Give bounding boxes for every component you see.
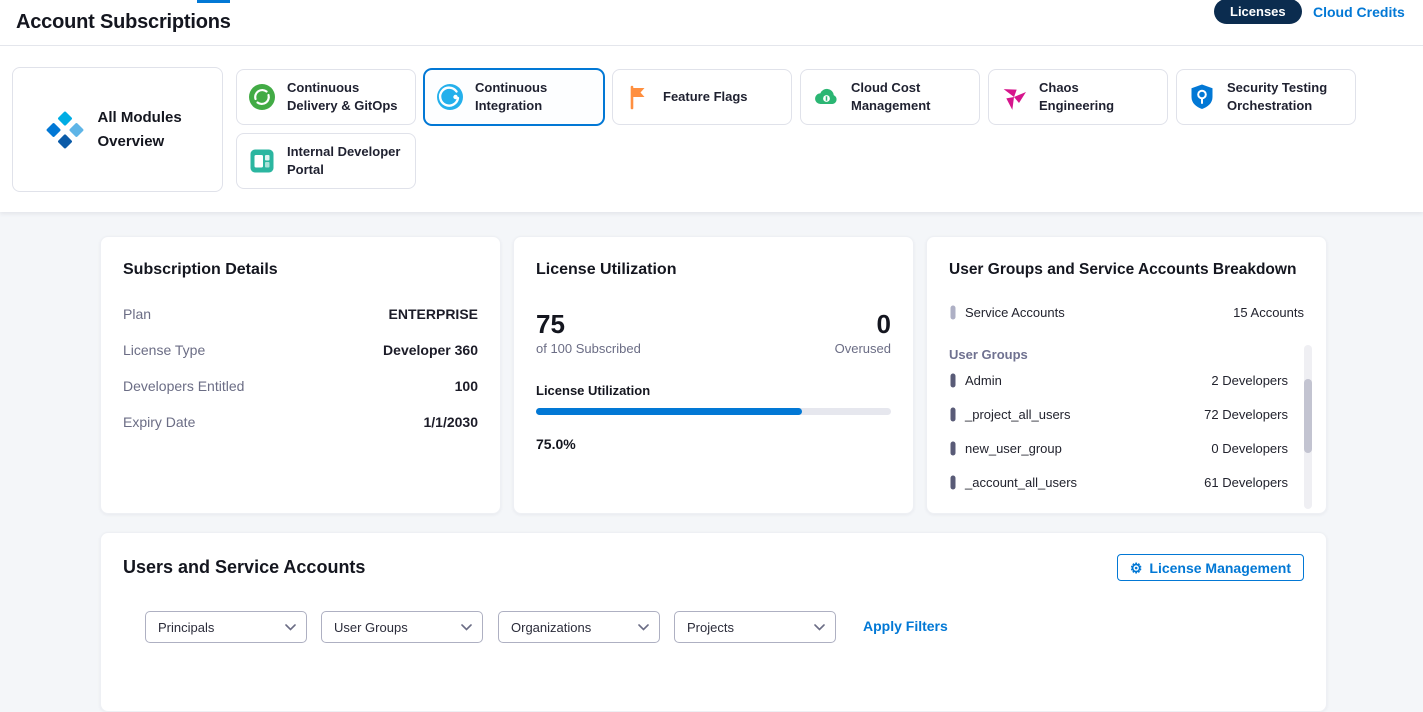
utilization-bar-label: License Utilization [536, 383, 650, 398]
all-modules-overview-label: All Modules Overview [98, 106, 192, 153]
user-group-icon [949, 407, 957, 422]
detail-label: Expiry Date [123, 414, 195, 430]
group-count: 0 Developers [1211, 441, 1288, 456]
users-service-accounts-card: Users and Service Accounts ⚙ License Man… [100, 532, 1327, 712]
module-card-internal-developer-portal[interactable]: Internal Developer Portal [236, 133, 416, 189]
service-accounts-count: 15 Accounts [1233, 305, 1304, 320]
overused-count: 0 [877, 309, 891, 340]
account-subscriptions-page: { "header": { "title": "Account Subscrip… [0, 0, 1423, 666]
subscribed-caption: of 100 Subscribed [536, 341, 641, 356]
chevron-down-icon [461, 624, 472, 631]
filter-label: Organizations [511, 620, 591, 635]
ci-icon [435, 82, 465, 112]
module-label: Continuous Integration [475, 79, 593, 114]
user-group-icon [949, 441, 957, 456]
group-count: 72 Developers [1204, 407, 1288, 422]
license-management-label: License Management [1149, 560, 1291, 576]
filter-label: Principals [158, 620, 214, 635]
all-modules-logo-icon [44, 109, 86, 151]
module-card-cd-gitops[interactable]: Continuous Delivery & GitOps [236, 69, 416, 125]
user-group-icon [949, 475, 957, 490]
utilization-bar-fill [536, 408, 802, 415]
cloud-credits-link[interactable]: Cloud Credits [1313, 4, 1405, 20]
subscribed-count: 75 [536, 309, 565, 340]
module-label: Continuous Delivery & GitOps [287, 79, 405, 114]
breadcrumb-link-cropped[interactable] [197, 0, 230, 3]
detail-value: ENTERPRISE [389, 306, 478, 322]
chevron-down-icon [638, 624, 649, 631]
groups-scrollbar-track [1304, 345, 1312, 509]
group-row: Admin 2 Developers [949, 372, 1304, 390]
utilization-bar-track [536, 408, 891, 415]
group-name: _project_all_users [965, 407, 1071, 422]
chevron-down-icon [814, 624, 825, 631]
section-title: Users and Service Accounts [123, 557, 365, 578]
utilization-percent: 75.0% [536, 436, 576, 452]
detail-label: Plan [123, 306, 151, 322]
module-label: Chaos Engineering [1039, 79, 1157, 114]
cd-gitops-icon [247, 82, 277, 112]
group-name: new_user_group [965, 441, 1062, 456]
filter-label: Projects [687, 620, 734, 635]
principals-filter-dropdown[interactable]: Principals [145, 611, 307, 643]
organizations-filter-dropdown[interactable]: Organizations [498, 611, 660, 643]
service-accounts-row: Service Accounts 15 Accounts [949, 304, 1304, 322]
idp-icon [247, 146, 277, 176]
sto-shield-icon [1187, 82, 1217, 112]
module-selector-bar: All Modules Overview Continuous Delivery… [0, 46, 1423, 212]
module-label: Cloud Cost Management [851, 79, 969, 114]
gear-icon: ⚙ [1130, 561, 1143, 575]
feature-flags-icon [623, 82, 653, 112]
module-card-continuous-integration[interactable]: Continuous Integration [424, 69, 604, 125]
detail-row-expiry-date: Expiry Date 1/1/2030 [123, 414, 478, 432]
detail-row-developers-entitled: Developers Entitled 100 [123, 378, 478, 396]
license-utilization-card: License Utilization 75 of 100 Subscribed… [513, 236, 914, 514]
module-label: Security Testing Orchestration [1227, 79, 1345, 114]
card-title: Subscription Details [123, 261, 278, 279]
subscription-details-card: Subscription Details Plan ENTERPRISE Lic… [100, 236, 501, 514]
module-card-chaos-engineering[interactable]: Chaos Engineering [988, 69, 1168, 125]
detail-value: 100 [455, 378, 478, 394]
projects-filter-dropdown[interactable]: Projects [674, 611, 836, 643]
user-group-icon [949, 373, 957, 388]
apply-filters-link[interactable]: Apply Filters [863, 618, 948, 634]
top-header: Account Subscriptions Licenses Cloud Cre… [0, 0, 1423, 46]
groups-scrollbar-thumb[interactable] [1304, 379, 1312, 453]
group-count: 2 Developers [1211, 373, 1288, 388]
module-card-feature-flags[interactable]: Feature Flags [612, 69, 792, 125]
card-title: User Groups and Service Accounts Breakdo… [949, 261, 1296, 279]
detail-value: Developer 360 [383, 342, 478, 358]
cloud-cost-icon [811, 82, 841, 112]
detail-label: License Type [123, 342, 205, 358]
detail-row-plan: Plan ENTERPRISE [123, 306, 478, 324]
module-card-cloud-cost[interactable]: Cloud Cost Management [800, 69, 980, 125]
chevron-down-icon [285, 624, 296, 631]
group-name: _account_all_users [965, 475, 1077, 490]
licenses-button[interactable]: Licenses [1214, 0, 1302, 24]
groups-breakdown-card: User Groups and Service Accounts Breakdo… [926, 236, 1327, 514]
group-row: _account_all_users 61 Developers [949, 474, 1304, 492]
user-groups-filter-dropdown[interactable]: User Groups [321, 611, 483, 643]
all-modules-overview-card[interactable]: All Modules Overview [12, 67, 223, 192]
detail-row-license-type: License Type Developer 360 [123, 342, 478, 360]
service-accounts-label: Service Accounts [965, 305, 1065, 320]
module-label: Internal Developer Portal [287, 143, 405, 178]
license-management-button[interactable]: ⚙ License Management [1117, 554, 1304, 581]
user-groups-heading: User Groups [949, 347, 1028, 362]
group-name: Admin [965, 373, 1002, 388]
module-card-security-testing[interactable]: Security Testing Orchestration [1176, 69, 1356, 125]
overused-caption: Overused [835, 341, 891, 356]
group-count: 61 Developers [1204, 475, 1288, 490]
detail-value: 1/1/2030 [424, 414, 479, 430]
chaos-icon [999, 82, 1029, 112]
module-label: Feature Flags [663, 88, 748, 106]
group-row: _project_all_users 72 Developers [949, 406, 1304, 424]
detail-label: Developers Entitled [123, 378, 244, 394]
service-account-icon [949, 305, 957, 320]
filter-label: User Groups [334, 620, 408, 635]
page-title: Account Subscriptions [16, 11, 231, 34]
group-row: new_user_group 0 Developers [949, 440, 1304, 458]
card-title: License Utilization [536, 261, 676, 279]
